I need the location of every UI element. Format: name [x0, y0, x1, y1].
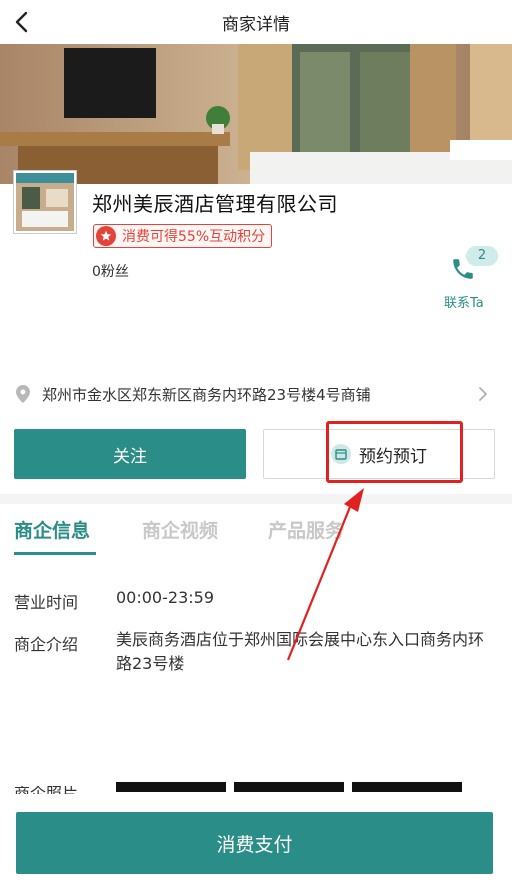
- photo-thumbnail[interactable]: [352, 782, 462, 792]
- calendar-icon: [331, 444, 351, 464]
- chevron-right-icon: [479, 387, 487, 401]
- contact-label: 联系Ta: [444, 296, 484, 311]
- follow-button[interactable]: 关注: [14, 429, 246, 479]
- reserve-button-label: 预约预订: [359, 446, 427, 467]
- reserve-button[interactable]: 预约预订: [263, 429, 495, 479]
- hours-value: 00:00-23:59: [116, 588, 214, 607]
- photo-thumbnail[interactable]: [234, 782, 344, 792]
- location-pin-icon: [16, 385, 30, 403]
- intro-label: 商企介绍: [14, 635, 79, 654]
- tab-active-indicator: [14, 552, 96, 555]
- address-row[interactable]: 郑州市金水区郑东新区商务内环路23号楼4号商铺: [0, 378, 512, 410]
- photos-label: 商企照片: [14, 786, 78, 794]
- phone-icon: [453, 259, 473, 279]
- section-divider: [0, 494, 512, 504]
- top-nav-bar: 商家详情: [0, 0, 512, 44]
- tab-bar: 商企信息 商企视频 产品服务: [0, 516, 512, 555]
- tab-products-services[interactable]: 产品服务: [268, 516, 344, 543]
- page-title: 商家详情: [222, 15, 290, 35]
- company-name: 郑州美辰酒店管理有限公司: [92, 192, 338, 216]
- hours-label: 营业时间: [14, 593, 79, 612]
- company-logo: [14, 171, 76, 233]
- banner-image: [0, 44, 512, 184]
- address-text: 郑州市金水区郑东新区商务内环路23号楼4号商铺: [42, 386, 371, 404]
- star-icon: [96, 226, 116, 246]
- tab-company-info[interactable]: 商企信息: [14, 516, 90, 543]
- fans-count: 0粉丝: [92, 264, 129, 280]
- photo-thumbnail[interactable]: [116, 782, 226, 792]
- points-badge-text: 消费可得55%互动积分: [122, 229, 266, 245]
- pay-button[interactable]: 消费支付: [16, 812, 493, 874]
- photos-row: 商企照片: [0, 782, 512, 794]
- contact-button[interactable]: 2 联系Ta: [440, 246, 500, 311]
- intro-value: 美辰商务酒店位于郑州国际会展中心东入口商务内环路23号楼: [116, 630, 485, 673]
- tab-company-video[interactable]: 商企视频: [142, 516, 218, 543]
- points-badge: 消费可得55%互动积分: [93, 224, 273, 248]
